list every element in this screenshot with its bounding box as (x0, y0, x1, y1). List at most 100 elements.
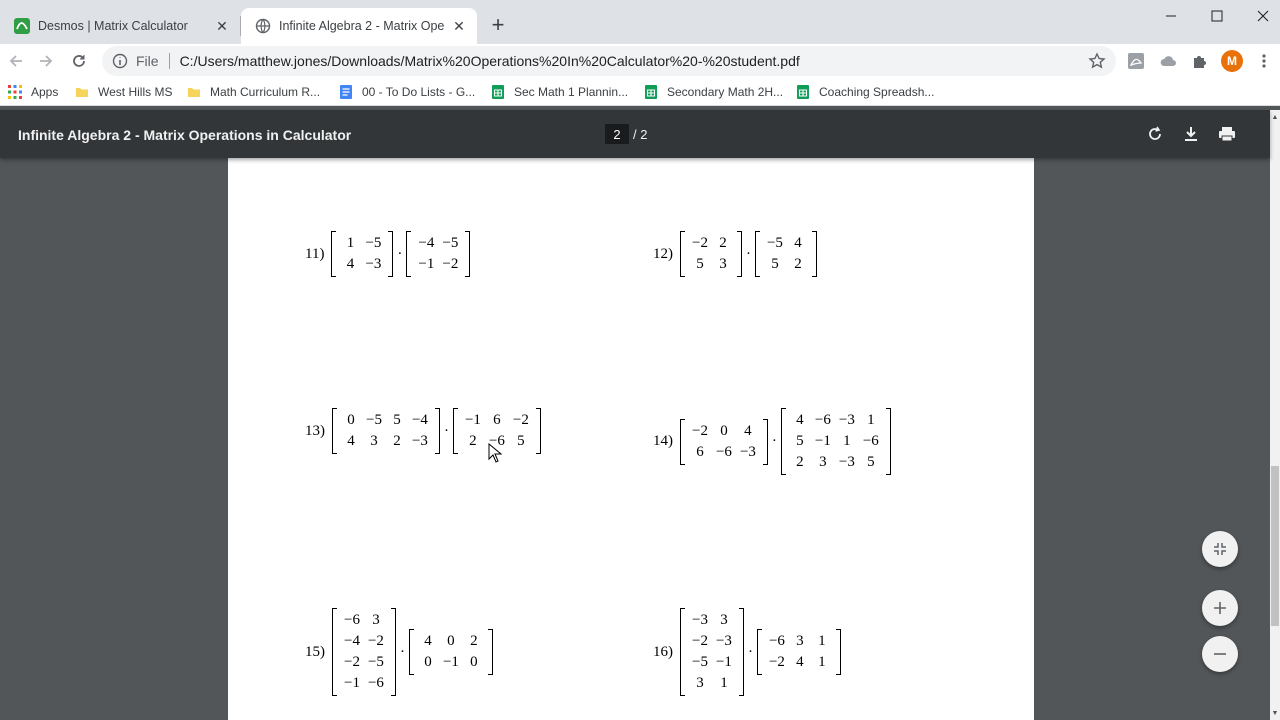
problem-number: 14) (653, 433, 673, 449)
scroll-down-arrow-icon[interactable]: ▼ (1270, 708, 1280, 718)
tab-pdf[interactable]: Infinite Algebra 2 - Matrix Operat ✕ (241, 8, 477, 44)
sheets-icon (492, 85, 504, 99)
back-arrow-icon[interactable] (4, 49, 28, 73)
address-bar[interactable]: File C:/Users/matthew.jones/Downloads/Ma… (102, 46, 1116, 76)
problem-11: 11) 1 −5 4 −3 · −4 −5 −1 −2 (305, 231, 471, 277)
tab-desmos[interactable]: Desmos | Matrix Calculator ✕ (0, 8, 240, 44)
matrix-cell: −6 (768, 633, 785, 649)
matrix-cell: 1 (818, 633, 826, 649)
mouse-cursor-icon (488, 443, 502, 463)
matrix-cell: −5 (766, 235, 783, 251)
matrix-cell: −5 (366, 412, 382, 428)
problem-16: 16) −3 3 −2 −3 −5 −1 3 1 · −6 3 1 −2 4 1 (653, 608, 841, 696)
matrix-cell: −5 (367, 654, 384, 670)
matrix-cell: 0 (347, 412, 355, 428)
scroll-up-arrow-icon[interactable]: ▲ (1270, 112, 1280, 122)
matrix-cell: 4 (744, 422, 752, 439)
matrix-cell: 2 (469, 433, 477, 449)
tab-title: Desmos | Matrix Calculator (38, 19, 188, 33)
print-icon[interactable] (1215, 122, 1239, 146)
problem-13: 13) 0 −5 5 −4 4 3 2 −3 · −1 6 −2 2 −6 5 (305, 408, 541, 454)
bookmark-apps[interactable]: Apps (8, 83, 58, 101)
problem-number: 11) (305, 245, 325, 262)
bookmark-label: Sec Math 1 Plannin... (514, 85, 629, 99)
matrix-b: 4 −6 −3 1 5 −1 1 −6 2 3 −3 5 (780, 408, 891, 475)
matrix-cell: −5 (692, 654, 708, 670)
matrix-cell: −3 (692, 612, 708, 628)
omnibox-divider (168, 53, 170, 69)
cloud-extension-icon[interactable] (1156, 49, 1180, 73)
tab-title: Infinite Algebra 2 - Matrix Operat (279, 19, 445, 33)
info-icon[interactable] (112, 53, 128, 69)
bookmark-coaching-spreadsheet[interactable]: Coaching Spreadsh... (796, 83, 934, 101)
bookmark-star-icon[interactable] (1088, 52, 1106, 70)
minimize-icon[interactable] (1148, 0, 1194, 32)
matrix-cell: −2 (692, 422, 708, 439)
menu-kebab-icon[interactable] (1252, 49, 1276, 73)
multiply-dot: · (747, 643, 753, 660)
forward-arrow-icon[interactable] (34, 49, 58, 73)
close-icon[interactable]: ✕ (214, 18, 230, 34)
scrollbar-thumb[interactable] (1271, 466, 1279, 626)
url-scheme: File (136, 53, 159, 69)
sheets-icon (797, 85, 809, 99)
acrobat-extension-icon[interactable] (1124, 49, 1148, 73)
page-total: / 2 (633, 127, 648, 142)
matrix-cell: −3 (365, 256, 382, 272)
page-number-input[interactable]: 2 (605, 124, 629, 144)
bookmark-secondary-math-2h[interactable]: Secondary Math 2H... (644, 83, 783, 101)
extensions-puzzle-icon[interactable] (1188, 49, 1212, 73)
matrix-cell: 4 (347, 433, 355, 449)
maximize-icon[interactable] (1194, 0, 1240, 32)
problem-number: 13) (305, 422, 325, 439)
reload-icon[interactable] (67, 49, 91, 73)
bookmark-todo-lists[interactable]: 00 - To Do Lists - G... (339, 83, 475, 101)
rotate-icon[interactable] (1143, 122, 1167, 146)
zoom-in-button[interactable] (1202, 590, 1238, 626)
fit-to-page-button[interactable] (1202, 531, 1238, 567)
matrix-cell: 5 (867, 454, 875, 470)
matrix-cell: −2 (367, 633, 384, 649)
bookmark-math-curriculum[interactable]: Math Curriculum R... (187, 83, 320, 101)
fit-page-icon (1214, 543, 1226, 555)
matrix-cell: 4 (346, 256, 355, 272)
close-icon[interactable]: ✕ (451, 18, 467, 34)
matrix-cell: −3 (715, 633, 732, 649)
matrix-cell: −2 (692, 235, 708, 251)
pdf-page: 11) 1 −5 4 −3 · −4 −5 −1 −2 12) −2 2 5 3 · −5 4 5 2 … (228, 158, 1034, 720)
multiply-dot: · (745, 245, 751, 262)
matrix-cell: 1 (867, 412, 875, 428)
url-text[interactable]: C:/Users/matthew.jones/Downloads/Matrix%… (180, 53, 800, 69)
pdf-viewport[interactable]: 11) 1 −5 4 −3 · −4 −5 −1 −2 12) −2 2 5 3 · −5 4 5 2 … (0, 110, 1270, 720)
multiply-dot: · (771, 433, 777, 449)
matrix-cell: 2 (796, 454, 804, 470)
matrix-a: 1 −5 4 −3 (331, 231, 394, 277)
matrix-cell: 3 (372, 612, 380, 628)
zoom-out-button[interactable] (1202, 636, 1238, 672)
problem-15: 15) −6 3 −4 −2 −2 −5 −1 −6 · 4 0 2 0 −1 0 (305, 608, 493, 696)
new-tab-icon[interactable]: + (486, 12, 510, 37)
profile-avatar[interactable]: M (1221, 50, 1243, 72)
matrix-b: −4 −5 −1 −2 (406, 231, 471, 277)
window-close-icon[interactable] (1240, 0, 1280, 32)
folder-icon (76, 88, 88, 97)
globe-icon (255, 18, 271, 34)
download-icon[interactable] (1179, 122, 1203, 146)
matrix-cell: 1 (818, 654, 826, 670)
matrix-cell: 4 (796, 654, 804, 670)
matrix-cell: −1 (814, 433, 831, 449)
matrix-cell: 3 (696, 675, 704, 691)
matrix-cell: −1 (715, 654, 732, 670)
bookmark-sec-math-1[interactable]: Sec Math 1 Plannin... (491, 83, 628, 101)
vertical-scrollbar[interactable]: ▲ ▼ (1270, 110, 1280, 720)
matrix-b: 4 0 2 0 −1 0 (408, 629, 493, 675)
bookmark-west-hills[interactable]: West Hills MS (75, 83, 172, 101)
plus-icon (1214, 602, 1226, 614)
matrix-cell: −1 (464, 412, 481, 428)
docs-icon (340, 85, 352, 99)
matrix-cell: 6 (493, 412, 501, 428)
matrix-cell: 0 (720, 422, 728, 439)
matrix-cell: −3 (838, 454, 855, 470)
multiply-dot: · (443, 422, 449, 439)
bookmark-label: Apps (31, 85, 59, 99)
